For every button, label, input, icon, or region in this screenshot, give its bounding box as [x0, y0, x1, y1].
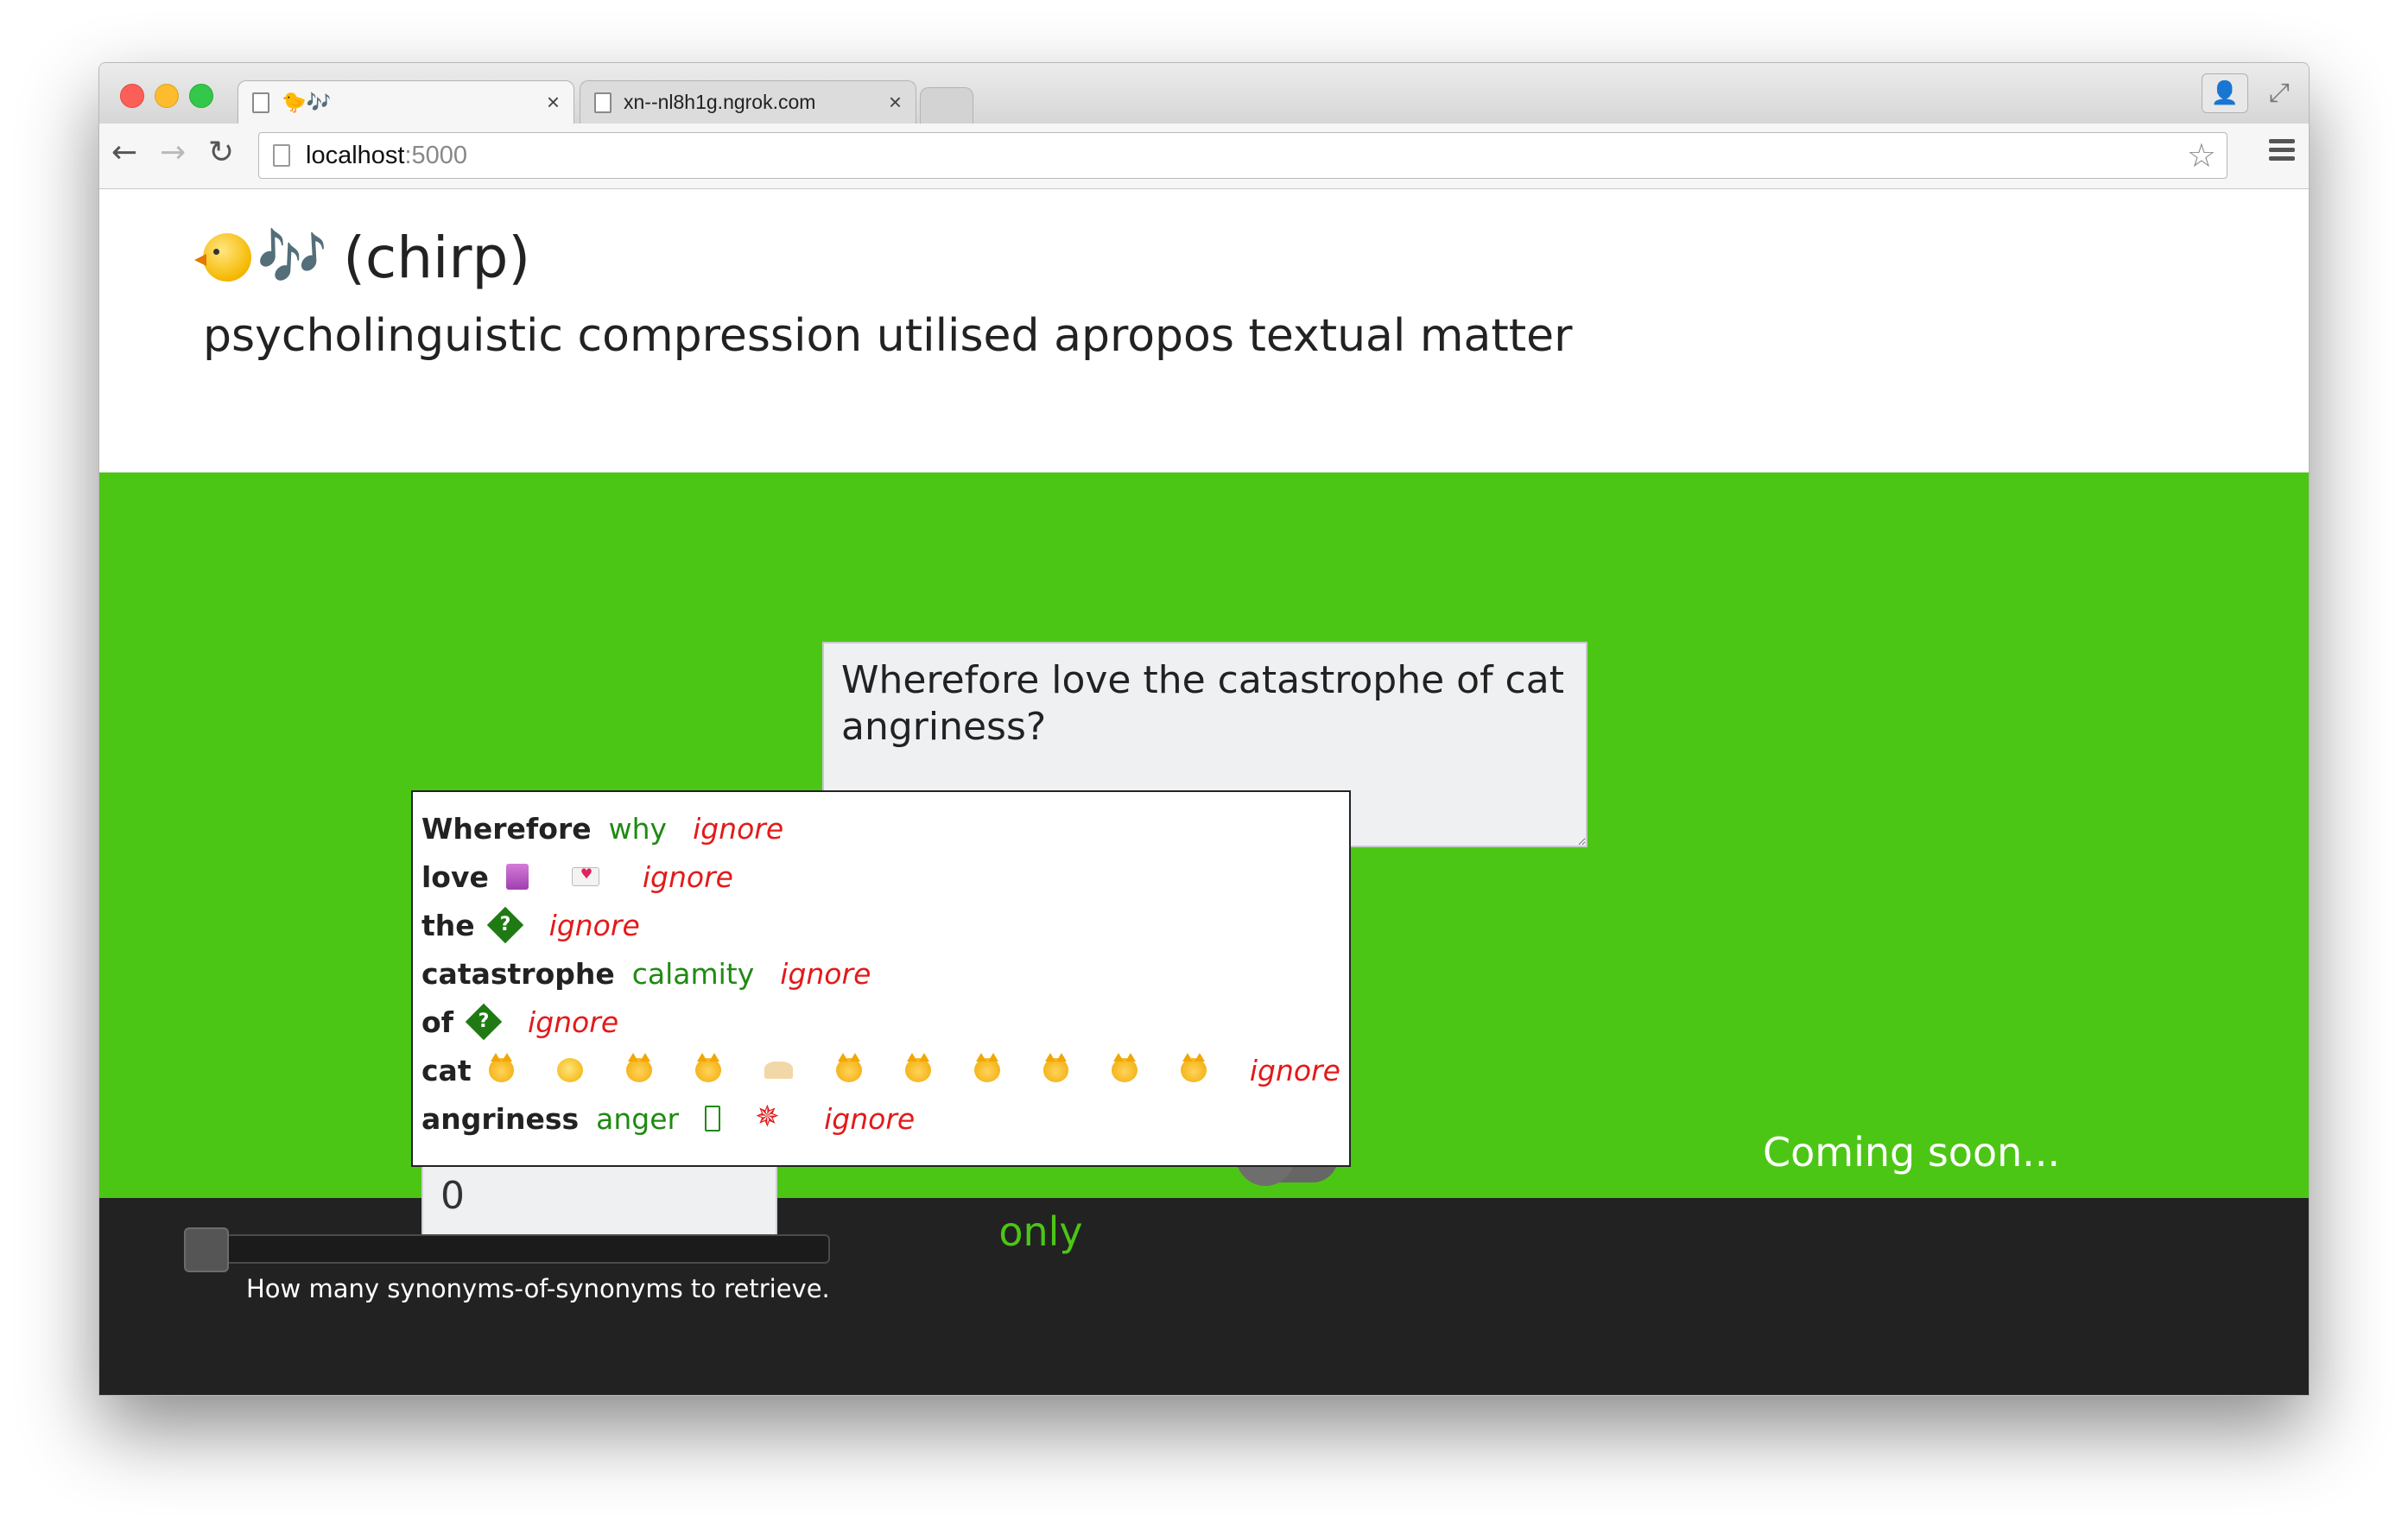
unknown-glyph-icon[interactable]: ? — [486, 906, 523, 944]
kissing-cat-icon[interactable] — [836, 1053, 863, 1082]
popup-row-love: love ignore — [421, 853, 1340, 901]
tab-title: 🐤🎶 — [282, 91, 332, 113]
pouting-cat-icon[interactable] — [905, 1053, 931, 1082]
page-icon — [252, 92, 269, 113]
forward-arrow-icon[interactable]: → — [160, 136, 186, 170]
smiley-cat-icon[interactable] — [1042, 1053, 1069, 1082]
synonym-popup: Wherefore why ignore love ignore the ? i… — [411, 790, 1351, 1167]
page-header: 🎶 (chirp) psycholinguistic compression u… — [99, 189, 2309, 472]
emoji-only-text: only — [998, 1208, 1083, 1255]
depth-label: Depth — [248, 1134, 370, 1181]
missing-glyph-icon[interactable] — [705, 1106, 721, 1131]
app-subtitle: psycholinguistic compression utilised ap… — [203, 310, 1573, 362]
music-notes-icon: 🎶 — [257, 224, 328, 290]
source-word: Wherefore — [421, 811, 592, 846]
browser-toolbar: ← → ↻ localhost:5000 ☆ — [99, 124, 2309, 189]
popup-row-catastrophe: catastrophe calamity ignore — [421, 949, 1340, 998]
popup-row-the: the ? ignore — [421, 901, 1340, 949]
page-icon — [273, 144, 290, 167]
chick-icon — [194, 233, 251, 282]
fullscreen-icon[interactable]: ⤢ — [2262, 75, 2297, 110]
back-arrow-icon[interactable]: ← — [111, 136, 137, 170]
source-word: cat — [421, 1053, 472, 1087]
app-title: (chirp) — [343, 224, 531, 291]
joy-cat-icon[interactable] — [694, 1053, 721, 1082]
ignore-link[interactable]: ignore — [780, 957, 871, 991]
hamburger-menu-icon[interactable] — [2269, 139, 2295, 165]
ignore-link[interactable]: ignore — [643, 860, 733, 894]
love-hotel-icon[interactable] — [505, 864, 529, 890]
smirk-cat-icon[interactable] — [973, 1053, 1000, 1082]
bookmark-star-icon[interactable]: ☆ — [2187, 136, 2216, 175]
cat-face-icon[interactable] — [557, 1058, 584, 1082]
source-word: of — [421, 1005, 454, 1039]
depth-input[interactable]: 0 — [421, 1158, 777, 1238]
maximize-window-button[interactable] — [189, 84, 213, 108]
popup-row-angriness: angriness anger ignore — [421, 1094, 1340, 1143]
ignore-link[interactable]: ignore — [528, 1005, 618, 1039]
synonym-option[interactable]: anger — [596, 1102, 679, 1136]
synonym-option[interactable]: calamity — [632, 957, 755, 991]
love-letter-icon[interactable] — [571, 865, 599, 886]
depth-slider-track[interactable] — [184, 1234, 830, 1264]
scream-cat-icon[interactable] — [1112, 1053, 1138, 1082]
cat-icon[interactable] — [764, 1062, 794, 1079]
source-word: love — [421, 859, 489, 894]
app-logo: 🎶 (chirp) — [194, 224, 531, 291]
tab-ngrok[interactable]: xn--nl8h1g.ngrok.com × — [580, 80, 916, 124]
new-tab-button[interactable] — [920, 87, 973, 124]
url-port: :5000 — [404, 141, 468, 169]
ignore-link[interactable]: ignore — [549, 909, 640, 942]
ignore-link[interactable]: ignore — [824, 1102, 915, 1136]
popup-row-cat: cat ignore — [421, 1046, 1340, 1094]
url-host: localhost — [306, 141, 405, 169]
address-bar[interactable]: localhost:5000 ☆ — [258, 132, 2227, 179]
title-bar: 🐤🎶 × xn--nl8h1g.ngrok.com × 👤 ⤢ — [99, 63, 2309, 124]
smiley-cat-icon[interactable] — [488, 1053, 515, 1082]
source-word: angriness — [421, 1101, 580, 1136]
smile-cat-icon[interactable] — [626, 1053, 652, 1082]
source-word: the — [421, 908, 475, 942]
profile-icon[interactable]: 👤 — [2202, 73, 2248, 113]
tab-chirp[interactable]: 🐤🎶 × — [238, 80, 574, 124]
synonym-option[interactable]: why — [609, 812, 667, 846]
tab-title: xn--nl8h1g.ngrok.com — [624, 91, 816, 113]
popup-row-of: of ? ignore — [421, 998, 1340, 1046]
heart-eyes-cat-icon[interactable] — [1181, 1053, 1207, 1082]
unknown-glyph-icon[interactable]: ? — [465, 1003, 503, 1041]
close-window-button[interactable] — [120, 84, 144, 108]
depth-slider-handle[interactable] — [184, 1227, 229, 1272]
ignore-link[interactable]: ignore — [1250, 1054, 1340, 1087]
coming-soon-text: Coming soon... — [1763, 1129, 2061, 1176]
tab-close-icon[interactable]: × — [547, 89, 560, 116]
popup-row-wherefore: Wherefore why ignore — [421, 804, 1340, 853]
page-icon — [594, 92, 612, 113]
emoji-only-label: only — [963, 1151, 1118, 1258]
anger-symbol-icon[interactable] — [755, 1100, 781, 1134]
source-word: catastrophe — [421, 956, 615, 991]
browser-window: 🐤🎶 × xn--nl8h1g.ngrok.com × 👤 ⤢ ← → ↻ lo… — [98, 62, 2310, 1396]
tab-close-icon[interactable]: × — [889, 89, 902, 116]
minimize-window-button[interactable] — [155, 84, 179, 108]
depth-hint: How many synonyms-of-synonyms to retriev… — [246, 1274, 830, 1303]
reload-icon[interactable]: ↻ — [208, 136, 234, 170]
ignore-link[interactable]: ignore — [693, 812, 783, 846]
